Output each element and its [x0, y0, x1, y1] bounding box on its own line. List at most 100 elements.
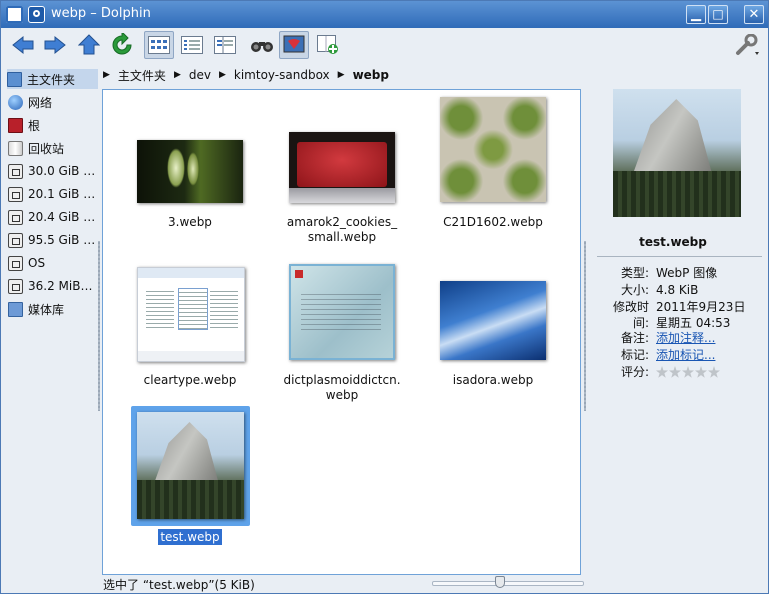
star-icon[interactable]	[669, 366, 681, 378]
up-icon	[78, 34, 100, 55]
place-label: OS	[28, 256, 46, 270]
info-label: 类型:	[620, 266, 649, 280]
place-drive-5[interactable]: 36.2 MiB…	[8, 276, 98, 296]
find-icon	[251, 42, 273, 52]
info-value: WebP 图像	[656, 266, 718, 280]
place-label: 36.2 MiB…	[28, 279, 93, 293]
drive-icon	[8, 209, 23, 225]
file-name: test.webp	[125, 528, 255, 546]
place-root[interactable]: 根	[8, 115, 98, 135]
info-size-row: 大小: 4.8 KiB	[597, 282, 698, 298]
file-name: 3.webp	[168, 215, 212, 229]
details-view-button[interactable]	[178, 32, 206, 58]
place-network[interactable]: 网络	[8, 92, 98, 112]
preview-button[interactable]	[279, 31, 309, 59]
info-modified-row: 修改时间: 2011年9月23日 星期五 04:53	[597, 299, 745, 331]
place-label: 主文件夹	[27, 72, 76, 87]
add-comment-link[interactable]: 添加注释...	[656, 330, 715, 346]
columns-view-icon	[214, 36, 236, 54]
root-folder-icon	[8, 117, 23, 133]
info-rating-row: 评分:	[597, 364, 720, 380]
configure-icon	[736, 34, 759, 55]
title-bar[interactable]: webp – Dolphin ▁ □ ✕	[1, 1, 768, 28]
rating-stars[interactable]	[656, 366, 720, 378]
info-label: 标记:	[620, 348, 649, 362]
up-button[interactable]	[75, 32, 103, 58]
place-label: 网络	[28, 95, 53, 110]
info-label: 评分:	[620, 365, 649, 379]
place-label: 95.5 GiB …	[28, 233, 96, 247]
drive-icon	[8, 186, 23, 202]
chevron-right-icon: ▶	[103, 70, 110, 80]
find-button[interactable]	[248, 32, 276, 58]
divider	[597, 256, 762, 257]
place-home[interactable]: 主文件夹	[7, 69, 98, 89]
selected-file-name: test.webp	[157, 528, 223, 546]
drive-icon	[8, 163, 23, 179]
place-label: 媒体库	[28, 302, 65, 317]
thumbnail	[440, 97, 546, 202]
minimize-button[interactable]: ▁	[686, 5, 706, 24]
add-tags-link[interactable]: 添加标记...	[656, 347, 715, 363]
star-icon[interactable]	[708, 366, 720, 378]
breadcrumb-dev[interactable]: dev	[189, 68, 211, 82]
place-drive-1[interactable]: 30.0 GiB …	[8, 161, 98, 181]
thumbnail	[137, 412, 244, 519]
splitter-handle[interactable]	[98, 241, 100, 411]
maximize-button[interactable]: □	[708, 5, 728, 24]
zoom-slider-handle[interactable]	[495, 576, 506, 588]
network-icon	[8, 94, 23, 110]
status-bar-text: 选中了 “test.webp”(5 KiB)	[103, 578, 255, 592]
place-label: 20.4 GiB …	[28, 210, 96, 224]
info-tags-row: 标记: 添加标记...	[597, 347, 716, 363]
media-folder-icon	[8, 301, 23, 317]
breadcrumb-kimtoy-sandbox[interactable]: kimtoy-sandbox	[234, 68, 330, 82]
drive-icon	[8, 255, 23, 271]
info-type-row: 类型: WebP 图像	[597, 265, 717, 281]
info-value: 4.8 KiB	[656, 283, 699, 297]
place-label: 30.0 GiB …	[28, 164, 96, 178]
chevron-right-icon: ▶	[337, 70, 345, 80]
star-icon[interactable]	[695, 366, 707, 378]
icons-view-button[interactable]	[144, 31, 174, 59]
star-icon[interactable]	[656, 366, 668, 378]
breadcrumb-webp[interactable]: webp	[353, 68, 389, 82]
place-label: 回收站	[28, 141, 65, 156]
drive-icon	[8, 232, 23, 248]
zoom-slider-track[interactable]	[432, 581, 584, 586]
place-drive-3[interactable]: 20.4 GiB …	[8, 207, 98, 227]
window-menu-icon[interactable]	[6, 6, 23, 23]
file-name: isadora.webp	[452, 373, 534, 387]
reload-button[interactable]	[108, 32, 136, 58]
splitter-handle[interactable]	[584, 241, 586, 411]
breadcrumb-home[interactable]: 主文件夹	[118, 67, 166, 84]
information-panel: test.webp 类型: WebP 图像 大小: 4.8 KiB 修改时间: …	[597, 89, 762, 489]
close-button[interactable]: ✕	[744, 5, 764, 24]
thumbnail	[137, 140, 243, 203]
back-button[interactable]	[9, 32, 37, 58]
columns-view-button[interactable]	[211, 32, 239, 58]
forward-icon	[44, 35, 66, 55]
chevron-right-icon: ▶	[173, 70, 181, 80]
place-drive-os[interactable]: OS	[8, 253, 98, 273]
file-view[interactable]: 3.webp amarok2_cookies_ small.webp C21D1…	[102, 89, 581, 575]
reload-icon	[112, 33, 132, 55]
place-trash[interactable]: 回收站	[8, 138, 98, 158]
place-drive-2[interactable]: 20.1 GiB …	[8, 184, 98, 204]
main-toolbar	[1, 28, 768, 62]
place-media[interactable]: 媒体库	[8, 299, 98, 319]
configure-button[interactable]	[734, 32, 762, 58]
file-name: amarok2_cookies_ small.webp	[286, 215, 398, 244]
star-icon[interactable]	[682, 366, 694, 378]
place-label: 根	[28, 118, 41, 133]
info-filename: test.webp	[639, 235, 707, 249]
window-title: webp – Dolphin	[51, 6, 151, 21]
place-drive-4[interactable]: 95.5 GiB …	[8, 230, 98, 250]
dolphin-app-icon	[28, 6, 45, 23]
trash-icon	[8, 140, 23, 156]
split-button[interactable]	[314, 32, 342, 58]
info-label: 备注:	[620, 331, 649, 345]
file-name: dictplasmoiddictcn. webp	[283, 373, 401, 402]
forward-button[interactable]	[41, 32, 69, 58]
place-label: 20.1 GiB …	[28, 187, 96, 201]
